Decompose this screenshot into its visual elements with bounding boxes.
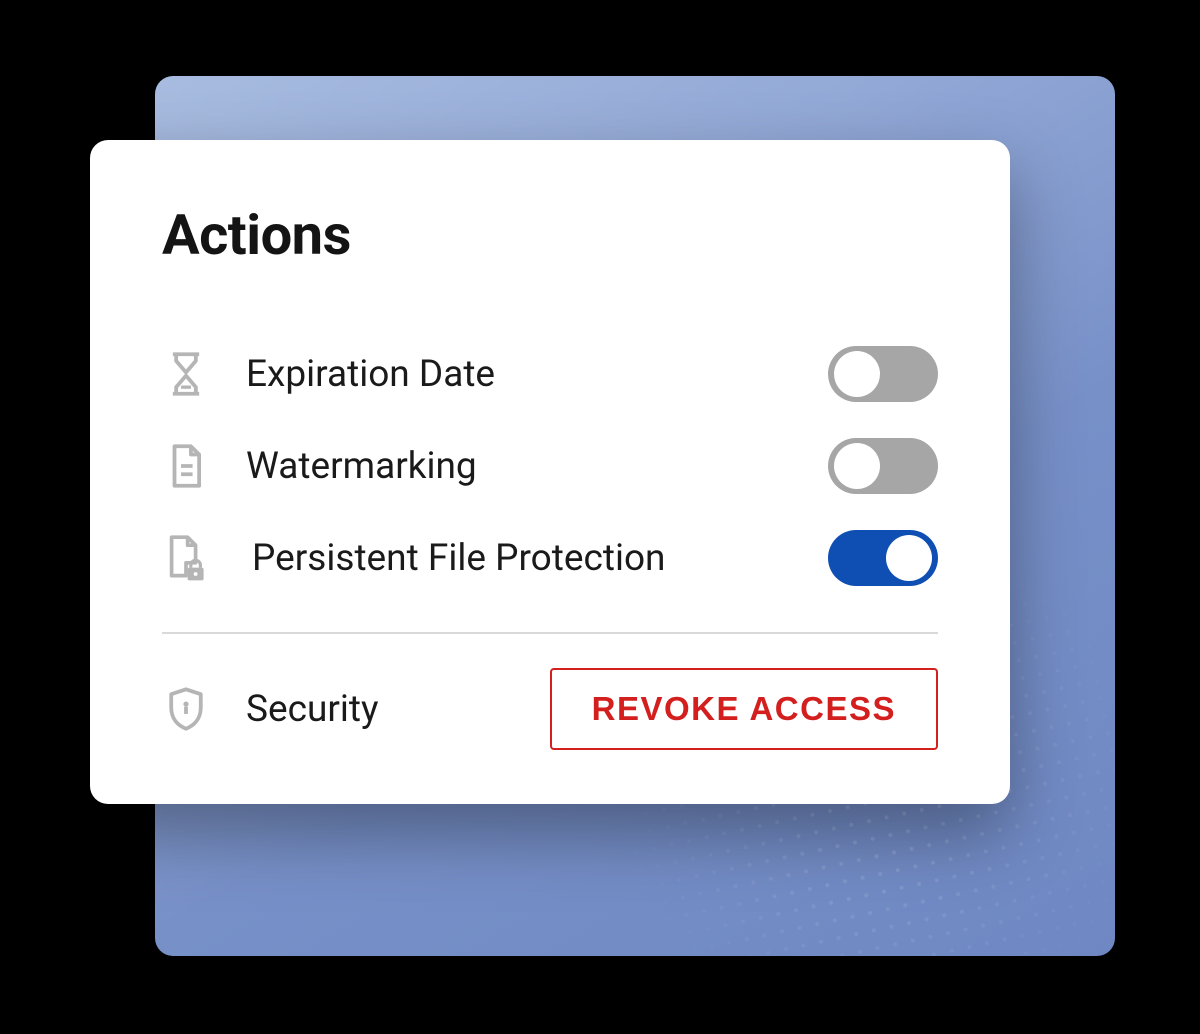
action-label: Persistent File Protection xyxy=(246,537,828,580)
persistent-file-protection-toggle[interactable] xyxy=(828,530,938,586)
expiration-date-toggle[interactable] xyxy=(828,346,938,402)
divider xyxy=(162,632,938,634)
security-row: Security REVOKE ACCESS xyxy=(162,668,938,750)
shield-icon xyxy=(162,685,210,733)
security-label: Security xyxy=(246,688,550,731)
revoke-access-button[interactable]: REVOKE ACCESS xyxy=(550,668,938,750)
file-lock-icon xyxy=(162,534,210,582)
hourglass-icon xyxy=(162,350,210,398)
action-label: Watermarking xyxy=(246,445,828,488)
action-row-watermarking: Watermarking xyxy=(162,420,938,512)
actions-panel: Actions Expiration Date Watermarking xyxy=(90,140,1010,804)
action-row-expiration-date: Expiration Date xyxy=(162,328,938,420)
watermarking-toggle[interactable] xyxy=(828,438,938,494)
panel-title: Actions xyxy=(162,202,938,268)
action-label: Expiration Date xyxy=(246,353,828,396)
document-icon xyxy=(162,442,210,490)
action-row-persistent-file-protection: Persistent File Protection xyxy=(162,512,938,604)
